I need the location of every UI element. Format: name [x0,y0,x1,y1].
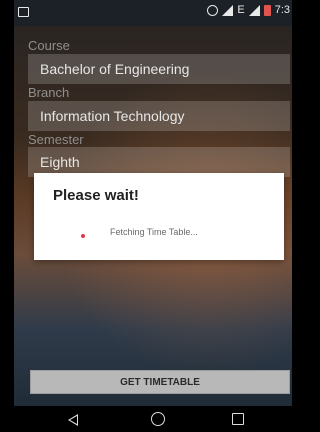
recents-icon[interactable] [232,413,244,425]
course-field[interactable]: Bachelor of Engineering [28,54,290,84]
branch-label: Branch [28,85,70,100]
home-icon[interactable] [151,412,165,426]
back-icon[interactable] [68,414,78,426]
image-notification-icon [18,7,29,17]
alarm-icon [207,4,219,16]
dialog-title: Please wait! [53,187,139,204]
navigation-bar [14,406,292,432]
clock: 7:3 [274,4,290,16]
semester-label: Semester [28,132,84,147]
spinner-icon [81,234,85,238]
branch-field[interactable]: Information Technology [28,101,290,131]
status-icons: E 7:3 [207,4,290,16]
signal-icon [222,4,234,16]
progress-dialog: Please wait! Fetching Time Table... [34,173,284,260]
get-timetable-button[interactable]: GET TIMETABLE [30,370,290,394]
battery-low-icon [263,4,271,16]
signal-icon [248,4,260,16]
dialog-message: Fetching Time Table... [110,227,198,237]
course-label: Course [28,38,70,53]
network-type: E [237,4,245,16]
status-bar: E 7:3 [14,0,292,26]
